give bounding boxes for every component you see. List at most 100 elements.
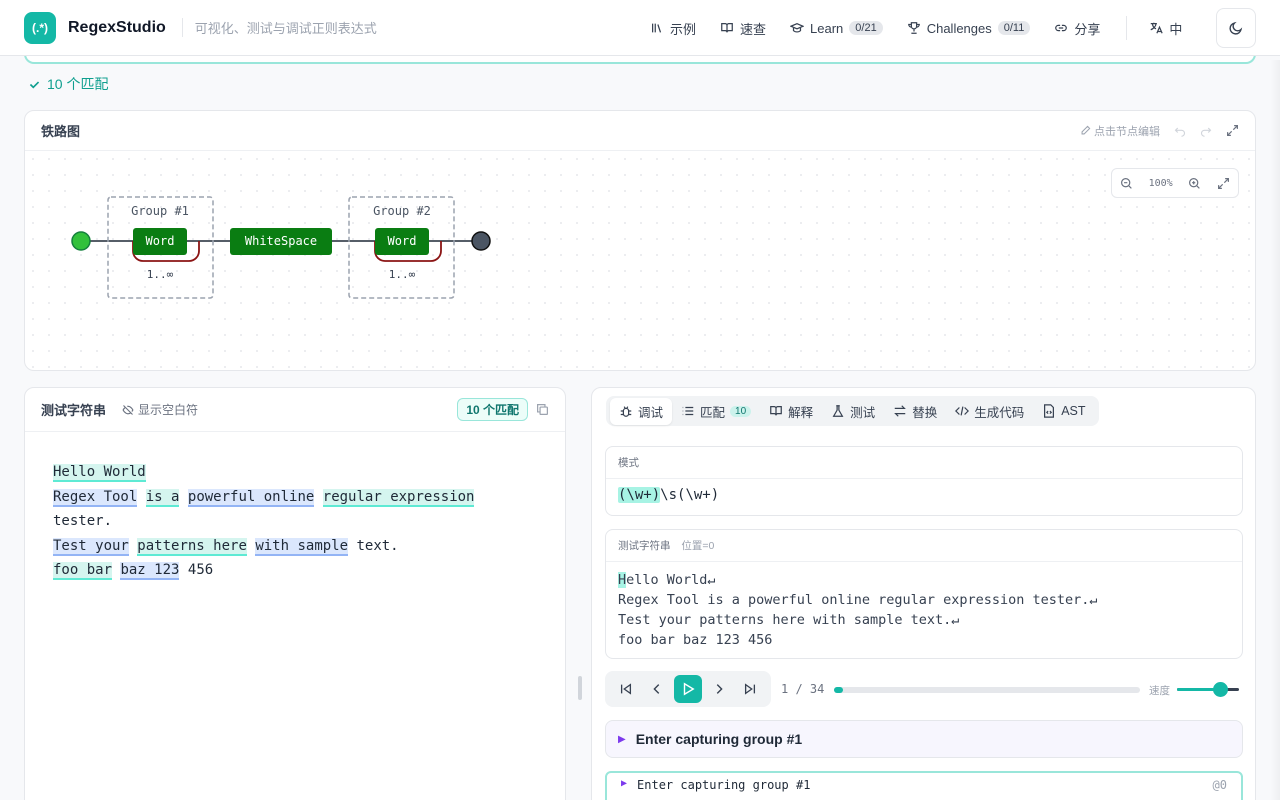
debug-teststring-label: 测试字符串 bbox=[618, 540, 671, 552]
group1-word-label: Word bbox=[146, 234, 175, 248]
step-progress-bar[interactable] bbox=[834, 687, 1140, 693]
step-counter: 1 / 34 bbox=[781, 682, 825, 696]
expand-triangle-icon: ▶ bbox=[618, 733, 626, 745]
test-string-panel: 测试字符串 显示空白符 10 个匹配 Hello World Regex Too… bbox=[24, 387, 566, 800]
match-highlight: regular expression bbox=[322, 488, 475, 507]
prev-step-button[interactable] bbox=[643, 675, 671, 703]
next-step-button[interactable] bbox=[705, 675, 733, 703]
tab-matches[interactable]: 匹配 10 bbox=[672, 398, 760, 425]
group1-label: Group #1 bbox=[131, 204, 189, 218]
redo-icon[interactable] bbox=[1200, 125, 1212, 137]
trophy-icon bbox=[907, 22, 920, 34]
library-icon bbox=[652, 23, 662, 33]
match-highlight: powerful online bbox=[187, 488, 315, 507]
link-icon bbox=[1055, 24, 1068, 32]
tab-explain[interactable]: 解释 bbox=[760, 398, 822, 425]
copy-icon[interactable] bbox=[536, 403, 549, 416]
file-code-icon bbox=[1044, 404, 1055, 418]
book-open-icon bbox=[770, 406, 783, 416]
tab-codegen-label: 生成代码 bbox=[974, 405, 1025, 420]
match-highlight: with sample bbox=[255, 537, 349, 556]
tab-matches-label: 匹配 bbox=[700, 405, 726, 420]
match-highlight: Hello World bbox=[53, 464, 146, 482]
test-string-editor[interactable]: Hello World Regex Tool is a powerful onl… bbox=[25, 432, 565, 611]
railroad-header: 铁路图 点击节点编辑 bbox=[25, 111, 1255, 151]
current-step-text: Enter capturing group #1 bbox=[635, 731, 803, 747]
match-highlight: Regex Tool bbox=[53, 488, 138, 507]
cursor-char: H bbox=[618, 572, 627, 588]
step-controls bbox=[605, 671, 771, 707]
debug-pattern-box: 模式 (\w+)\s(\w+) bbox=[605, 446, 1243, 516]
code-icon bbox=[955, 406, 970, 416]
speed-slider[interactable] bbox=[1177, 682, 1239, 697]
learn-progress-badge: 0/21 bbox=[849, 21, 883, 35]
first-step-button[interactable] bbox=[612, 675, 640, 703]
tab-replace[interactable]: 替换 bbox=[884, 398, 946, 425]
last-step-button[interactable] bbox=[736, 675, 764, 703]
graduation-cap-icon bbox=[790, 22, 805, 33]
tab-ast-label: AST bbox=[1061, 404, 1086, 418]
challenges-progress-badge: 0/11 bbox=[997, 21, 1031, 35]
app-name[interactable]: RegexStudio bbox=[68, 19, 166, 37]
group1-repeat-label: 1..∞ bbox=[147, 268, 174, 281]
pattern-rest: \s(\w+) bbox=[660, 487, 720, 503]
zoom-controls: 100% bbox=[1111, 168, 1239, 198]
top-nav: 示例 速查 Learn 0/21 Challenges 0/11 分享 中 bbox=[640, 0, 1196, 56]
swap-icon bbox=[894, 405, 907, 417]
chevron-left-icon bbox=[653, 684, 660, 694]
play-button[interactable] bbox=[673, 675, 702, 703]
nav-challenges-label: Challenges bbox=[926, 20, 992, 36]
nav-share[interactable]: 分享 bbox=[1044, 13, 1110, 44]
show-whitespace-label: 显示空白符 bbox=[138, 403, 199, 417]
nav-examples[interactable]: 示例 bbox=[640, 13, 706, 44]
translate-icon bbox=[1150, 22, 1164, 34]
tab-codegen[interactable]: 生成代码 bbox=[946, 398, 1033, 425]
skip-forward-icon bbox=[744, 683, 755, 695]
speed-slider-handle[interactable] bbox=[1213, 682, 1229, 697]
expand-triangle-icon: ▶ bbox=[621, 778, 628, 789]
current-step-box[interactable]: ▶ Enter capturing group #1 bbox=[605, 720, 1243, 758]
fullscreen-icon[interactable] bbox=[1226, 124, 1239, 137]
tab-debug[interactable]: 调试 bbox=[610, 397, 673, 425]
undo-icon[interactable] bbox=[1174, 125, 1186, 137]
debug-teststring: Hello World↵ Regex Tool is a powerful on… bbox=[606, 562, 1242, 658]
nav-share-label: 分享 bbox=[1074, 21, 1101, 37]
app-tagline: 可视化、测试与调试正则表达式 bbox=[181, 18, 377, 37]
zoom-in-icon[interactable] bbox=[1188, 177, 1201, 190]
step-log-entry[interactable]: ▶ Enter capturing group #1 @0 bbox=[605, 771, 1243, 800]
nav-cheatsheet[interactable]: 速查 bbox=[710, 13, 776, 44]
tab-test-label: 测试 bbox=[850, 405, 876, 420]
debug-text-rest: ello World↵ Regex Tool is a powerful onl… bbox=[618, 572, 1098, 648]
railroad-canvas[interactable]: Group #1 Word 1..∞ WhiteSpace Group #2 W… bbox=[25, 151, 1255, 370]
panel-resize-handle[interactable] bbox=[578, 676, 582, 700]
language-switch[interactable]: 中 bbox=[1139, 13, 1192, 44]
logo-glyph: (.*) bbox=[32, 20, 48, 35]
match-count-badge: 10 个匹配 bbox=[457, 398, 528, 421]
test-line: Test your patterns here with sample text… bbox=[53, 537, 399, 556]
tab-replace-label: 替换 bbox=[912, 405, 938, 420]
tab-explain-label: 解释 bbox=[788, 405, 814, 420]
match-status-text: 10 个匹配 bbox=[47, 76, 109, 92]
zoom-out-icon[interactable] bbox=[1120, 177, 1133, 190]
show-whitespace-toggle[interactable]: 显示空白符 bbox=[122, 401, 198, 418]
check-icon bbox=[29, 80, 40, 88]
tab-ast[interactable]: AST bbox=[1033, 400, 1094, 422]
tool-tabs: 调试 匹配 10 解释 测试 替换 生成代码 AST bbox=[606, 396, 1099, 426]
nav-challenges[interactable]: Challenges 0/11 bbox=[897, 15, 1041, 42]
logo-icon[interactable]: (.*) bbox=[24, 11, 56, 44]
test-line: Hello World bbox=[53, 460, 537, 485]
nav-learn-label: Learn bbox=[810, 20, 844, 36]
nav-learn[interactable]: Learn 0/21 bbox=[780, 15, 893, 42]
book-icon bbox=[721, 23, 733, 33]
chevron-right-icon bbox=[716, 684, 723, 694]
fit-view-icon[interactable] bbox=[1217, 177, 1230, 190]
scroll-shadow bbox=[1270, 60, 1280, 800]
log-entry-position: @0 bbox=[1212, 778, 1227, 792]
step-progress-fill bbox=[834, 687, 844, 693]
whitespace-label: WhiteSpace bbox=[245, 234, 317, 248]
tab-test[interactable]: 测试 bbox=[822, 398, 884, 425]
group2-label: Group #2 bbox=[373, 204, 431, 218]
match-highlight: foo bar bbox=[53, 562, 113, 580]
theme-toggle-button[interactable] bbox=[1216, 8, 1256, 48]
nav-divider bbox=[1126, 16, 1128, 40]
